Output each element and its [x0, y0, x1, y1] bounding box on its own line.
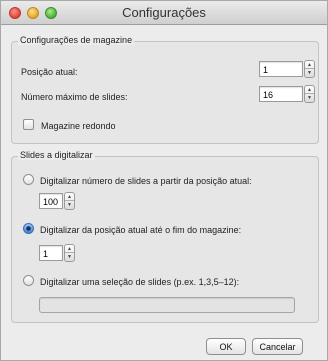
position-stepper[interactable]: ▲ ▼: [304, 60, 315, 78]
max-slides-label: Número máximo de slides:: [21, 92, 128, 102]
stepper-down-icon[interactable]: ▼: [305, 69, 314, 77]
max-slides-stepper[interactable]: ▲ ▼: [304, 85, 315, 103]
slide-count-input[interactable]: 100: [39, 193, 63, 209]
stepper-down-icon[interactable]: ▼: [305, 94, 314, 102]
to-end-input[interactable]: 1: [39, 245, 63, 261]
max-slides-input[interactable]: 16: [259, 86, 303, 102]
option-count-label: Digitalizar número de slides a partir da…: [40, 176, 252, 186]
slide-selection-input[interactable]: [39, 297, 295, 313]
stepper-up-icon[interactable]: ▲: [305, 61, 314, 69]
settings-window: Configurações Configurações de magazine …: [0, 0, 328, 361]
cancel-button[interactable]: Cancelar: [252, 338, 303, 355]
position-label: Posição atual:: [21, 67, 78, 77]
slide-count-stepper[interactable]: ▲ ▼: [64, 192, 75, 210]
stepper-down-icon[interactable]: ▼: [65, 201, 74, 209]
position-input[interactable]: 1: [259, 61, 303, 77]
radio-count-from-position[interactable]: [23, 174, 34, 185]
stepper-up-icon[interactable]: ▲: [65, 193, 74, 201]
stepper-up-icon[interactable]: ▲: [65, 245, 74, 253]
stepper-down-icon[interactable]: ▼: [65, 253, 74, 261]
title-bar: Configurações: [1, 1, 327, 25]
ok-button[interactable]: OK: [206, 338, 246, 355]
stepper-up-icon[interactable]: ▲: [305, 86, 314, 94]
radio-to-end-of-magazine[interactable]: [23, 223, 34, 234]
round-magazine-label: Magazine redondo: [41, 121, 116, 131]
window-title: Configurações: [122, 5, 206, 20]
round-magazine-checkbox[interactable]: [23, 119, 34, 130]
magazine-group-title: Configurações de magazine: [18, 35, 135, 45]
radio-slide-selection[interactable]: [23, 275, 34, 286]
digitize-group-title: Slides a digitalizar: [18, 150, 95, 160]
option-to-end-label: Digitalizar da posição atual até o fim d…: [40, 225, 242, 235]
option-selection-label: Digitalizar uma seleção de slides (p.ex.…: [40, 277, 240, 287]
to-end-stepper[interactable]: ▲ ▼: [64, 244, 75, 262]
